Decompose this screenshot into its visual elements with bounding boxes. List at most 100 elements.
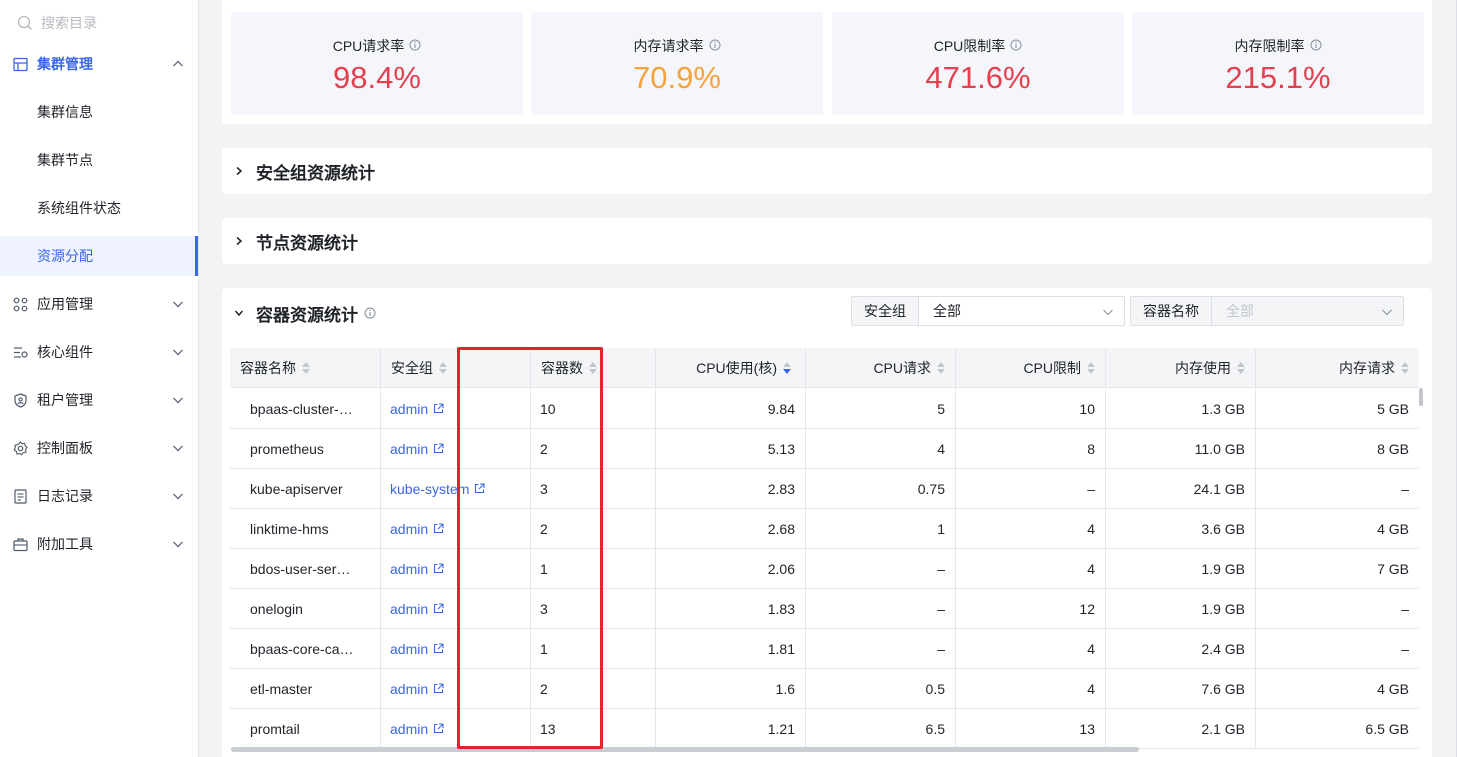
stat-value: 70.9%: [633, 60, 721, 95]
horizontal-scrollbar[interactable]: [231, 747, 1139, 752]
chevron-down-icon: [234, 308, 246, 318]
security-group-link[interactable]: kube-system: [390, 481, 485, 497]
info-icon[interactable]: [1310, 38, 1322, 54]
column-header-container-name[interactable]: 容器名称: [230, 348, 381, 388]
search-icon: [17, 15, 32, 30]
cell-security-group: admin: [381, 669, 531, 708]
cell-container-name: prometheus: [230, 429, 381, 468]
sidebar-item-core-components[interactable]: 核心组件: [0, 332, 198, 372]
sidebar: 搜索目录 集群管理 集群信息 集群节点 系统组件状态 资源分配 应用管理 核心组…: [0, 0, 199, 757]
container-name-select[interactable]: 全部: [1212, 297, 1403, 325]
sidebar-item-resource-allocation[interactable]: 资源分配: [0, 236, 198, 276]
sidebar-item-control-panel[interactable]: 控制面板: [0, 428, 198, 468]
sidebar-item-tenant-management[interactable]: 租户管理: [0, 380, 198, 420]
section-node-stats[interactable]: 节点资源统计: [222, 218, 1432, 264]
security-group-link[interactable]: admin: [390, 601, 444, 617]
stat-value: 98.4%: [333, 60, 421, 95]
cell-container-name: promtail: [230, 709, 381, 748]
sidebar-item-cluster-nodes[interactable]: 集群节点: [0, 140, 198, 180]
select-value: 全部: [1226, 303, 1254, 319]
section-security-group-stats[interactable]: 安全组资源统计: [222, 148, 1432, 194]
gear-icon: [12, 440, 28, 456]
security-group-link[interactable]: admin: [390, 641, 444, 657]
table-row: linktime-hms admin 2 2.68 1 4 3.6 GB 4 GB: [230, 509, 1419, 549]
table-row: onelogin admin 3 1.83–12 1.9 GB –: [230, 589, 1419, 629]
select-value: 全部: [933, 303, 961, 319]
external-link-icon: [434, 443, 444, 454]
filter-label: 容器名称: [1131, 297, 1212, 325]
info-icon[interactable]: [709, 38, 721, 54]
info-icon[interactable]: [409, 38, 421, 54]
sidebar-item-app-management[interactable]: 应用管理: [0, 284, 198, 324]
shield-user-icon: [12, 392, 28, 408]
cell-security-group: admin: [381, 709, 531, 748]
sort-icon[interactable]: [1237, 362, 1245, 374]
cell-memory-usage: 11.0 GB: [1106, 429, 1256, 468]
container-name-filter[interactable]: 容器名称 全部: [1130, 296, 1404, 326]
cell-container-name: linktime-hms: [230, 509, 381, 548]
sort-icon[interactable]: [439, 362, 447, 374]
link-label: kube-system: [390, 480, 470, 497]
vertical-scrollbar[interactable]: [1419, 388, 1423, 406]
security-group-filter[interactable]: 安全组 全部: [851, 296, 1125, 326]
sidebar-item-label: 应用管理: [37, 296, 93, 312]
sidebar-item-cluster-info[interactable]: 集群信息: [0, 92, 198, 132]
security-group-select[interactable]: 全部: [919, 297, 1124, 325]
stat-card-cpu-limit-rate: CPU限制率 471.6%: [832, 12, 1124, 115]
sidebar-item-log-records[interactable]: 日志记录: [0, 476, 198, 516]
cell-cpu-request: 6.5: [806, 709, 956, 748]
cell-security-group: admin: [381, 509, 531, 548]
header-label: 内存使用: [1175, 360, 1231, 376]
column-header-cpu-limit[interactable]: CPU限制: [956, 348, 1106, 388]
cell-cpu-limit: 10: [956, 389, 1106, 428]
cell-cpu-usage: 2.83: [656, 469, 806, 508]
cell-memory-usage: 7.6 GB: [1106, 669, 1256, 708]
column-header-memory-usage[interactable]: 内存使用: [1106, 348, 1256, 388]
column-header-container-count[interactable]: 容器数: [531, 348, 656, 388]
chevron-down-icon: [172, 441, 184, 457]
cell-container-count: 2: [531, 669, 656, 708]
link-label: admin: [390, 720, 429, 737]
cell-cpu-usage: 1.21: [656, 709, 806, 748]
cell-cpu-usage: 1.81: [656, 629, 806, 668]
section-title: 节点资源统计: [256, 233, 358, 253]
column-header-cpu-usage[interactable]: CPU使用(核): [656, 348, 806, 388]
sort-icon[interactable]: [937, 362, 945, 374]
security-group-link[interactable]: admin: [390, 561, 444, 577]
link-label: admin: [390, 640, 429, 657]
security-group-link[interactable]: admin: [390, 521, 444, 537]
cell-cpu-limit: 4: [956, 549, 1106, 588]
sort-icon[interactable]: [302, 362, 310, 374]
cell-memory-request: –: [1401, 640, 1409, 657]
header-label: CPU请求: [873, 360, 931, 376]
sidebar-item-system-components[interactable]: 系统组件状态: [0, 188, 198, 228]
info-icon[interactable]: [1010, 38, 1022, 54]
chevron-down-icon: [172, 537, 184, 553]
column-header-cpu-request[interactable]: CPU请求: [806, 348, 956, 388]
column-header-security-group[interactable]: 安全组: [381, 348, 531, 388]
security-group-link[interactable]: admin: [390, 681, 444, 697]
security-group-link[interactable]: admin: [390, 401, 444, 417]
table-row: etl-master admin 2 1.6 0.5 4 7.6 GB 4 GB: [230, 669, 1419, 709]
info-icon[interactable]: [364, 307, 376, 319]
column-header-memory-request[interactable]: 内存请求: [1256, 348, 1419, 388]
cell-cpu-limit: 4: [956, 509, 1106, 548]
cell-memory-request: –: [1401, 600, 1409, 617]
sort-desc-icon[interactable]: [783, 362, 791, 374]
sort-icon[interactable]: [589, 362, 597, 374]
chevron-down-icon: [1102, 305, 1114, 321]
security-group-link[interactable]: admin: [390, 441, 444, 457]
cell-security-group: admin: [381, 429, 531, 468]
header-label: CPU使用(核): [696, 360, 777, 376]
sort-icon[interactable]: [1401, 362, 1409, 374]
header-label: 容器数: [541, 360, 583, 376]
sidebar-item-cluster-management[interactable]: 集群管理: [0, 44, 198, 84]
security-group-link[interactable]: admin: [390, 721, 444, 737]
external-link-icon: [434, 523, 444, 534]
sidebar-item-addon-tools[interactable]: 附加工具: [0, 524, 198, 564]
cell-memory-usage: 1.9 GB: [1106, 549, 1256, 588]
sort-icon[interactable]: [1087, 362, 1095, 374]
cell-container-name: bpaas-cluster-…: [230, 389, 381, 428]
cell-memory-usage: 2.4 GB: [1106, 629, 1256, 668]
sidebar-search[interactable]: 搜索目录: [17, 12, 97, 34]
